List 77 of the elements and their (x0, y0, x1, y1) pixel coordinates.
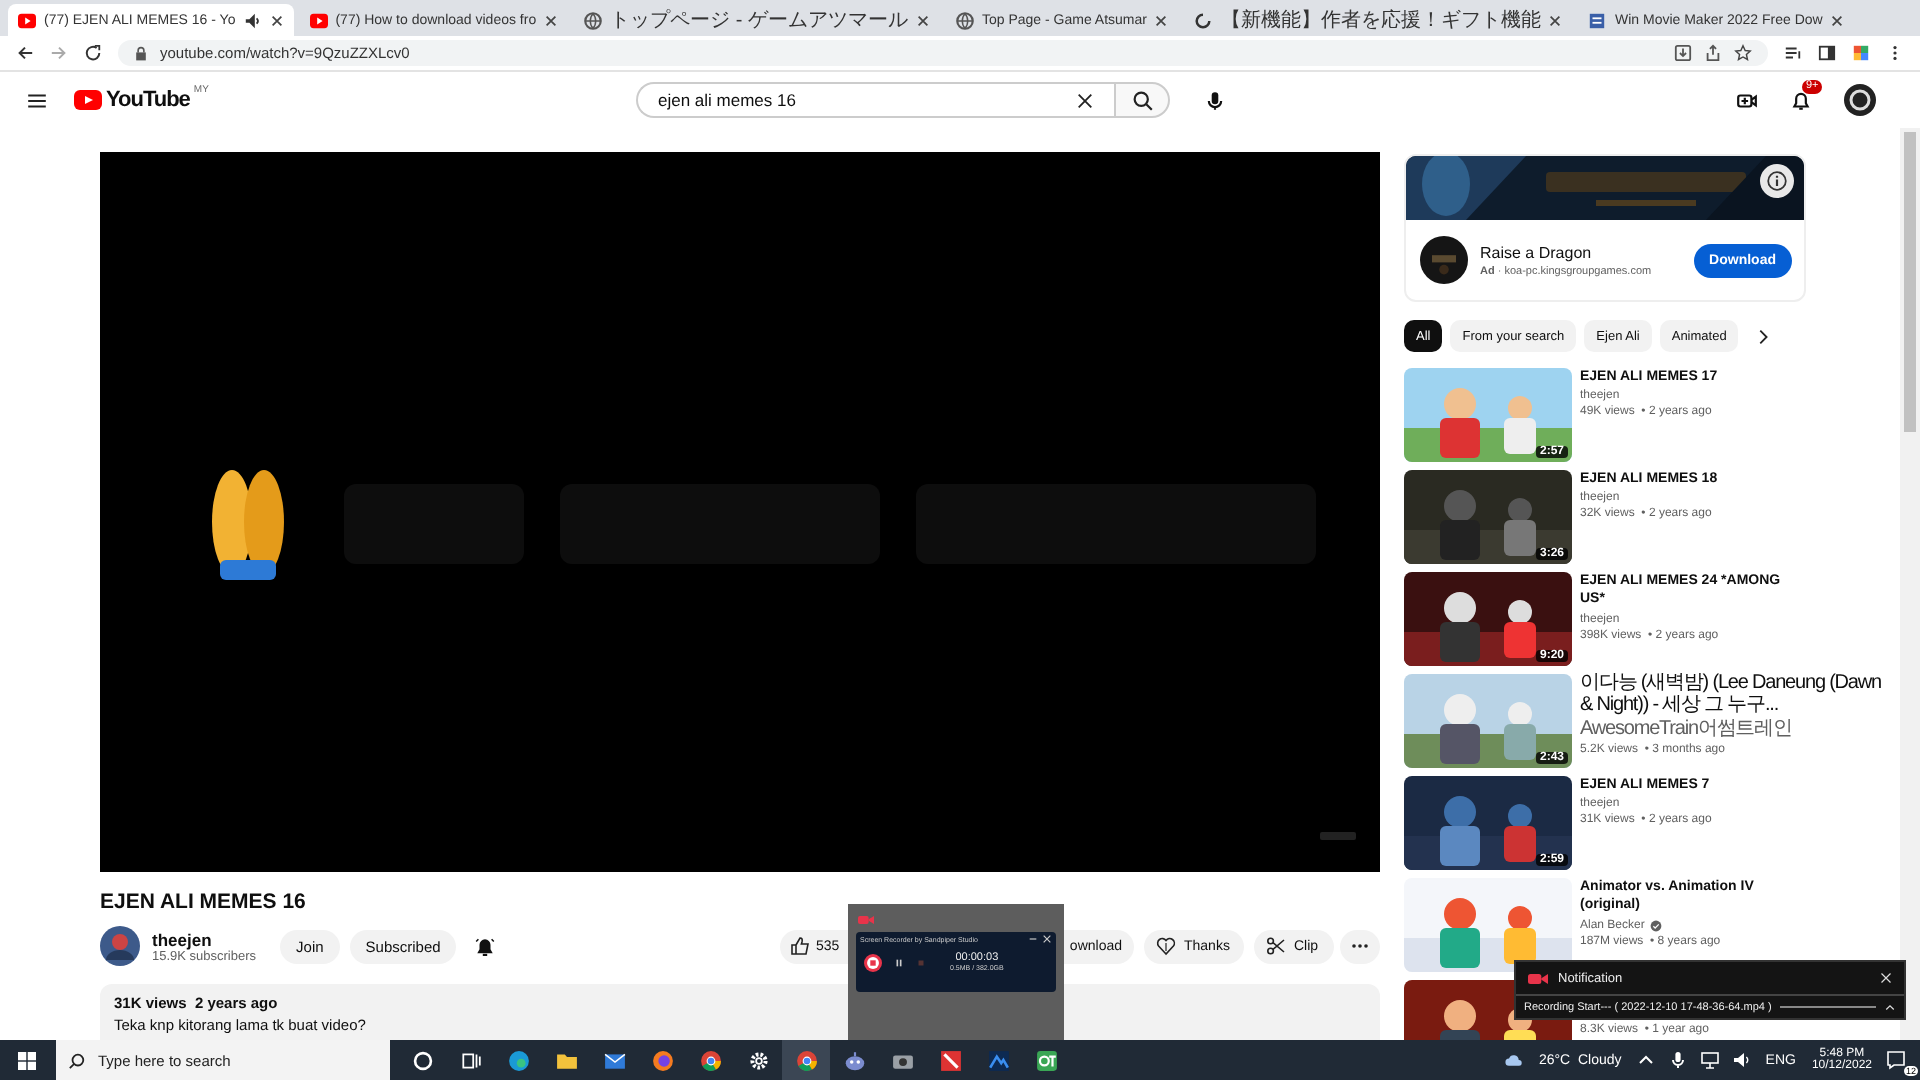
create-video-icon[interactable] (1736, 89, 1758, 111)
more-button[interactable] (1340, 929, 1380, 963)
extensions-icon[interactable] (1852, 44, 1870, 62)
video-title: EJEN ALI MEMES 16 (100, 890, 308, 914)
circle-icon (411, 1049, 433, 1071)
search-icon (68, 1051, 86, 1069)
search-button[interactable] (1114, 82, 1170, 118)
chrome-icon (699, 1049, 721, 1071)
search-icon (1131, 89, 1153, 111)
chevron-up-icon[interactable] (1884, 1001, 1896, 1014)
minimize-icon[interactable] (1028, 934, 1038, 944)
youtube-icon (309, 11, 328, 29)
microphone-icon (1203, 89, 1225, 111)
task-view-icon (459, 1049, 481, 1071)
close-icon[interactable] (1548, 13, 1563, 27)
tab-title: 【新機能】作者を応援！ギフト機能 (1220, 7, 1541, 34)
gear-icon (747, 1049, 769, 1071)
reload-icon (1194, 11, 1213, 29)
scrollbar[interactable] (1900, 128, 1920, 1040)
video-title[interactable]: 이다능 (새벽밤) (Lee Daneung (Dawn & Night)) - 세상 그 누구... (1580, 674, 1884, 716)
scissors-icon (1266, 936, 1286, 956)
app-icon (939, 1049, 961, 1071)
reload-icon[interactable] (84, 44, 102, 62)
chevron-right-icon[interactable] (1754, 327, 1773, 345)
globe-icon (584, 11, 603, 29)
install-icon[interactable] (1674, 44, 1692, 62)
speaker-icon (243, 11, 262, 29)
video-camera-icon (1528, 971, 1548, 986)
speaker-icon[interactable] (1731, 1050, 1752, 1070)
notification-center-icon[interactable] (1886, 1050, 1906, 1070)
folder-icon (555, 1049, 577, 1071)
verified-icon (1650, 919, 1663, 932)
fox-icon (651, 1049, 673, 1071)
close-icon[interactable] (1154, 13, 1169, 27)
share-icon[interactable] (1704, 44, 1722, 62)
reading-list-icon[interactable] (1784, 44, 1802, 62)
network-icon[interactable] (1699, 1050, 1720, 1070)
side-panel-icon[interactable] (1818, 44, 1836, 62)
bell-icon[interactable] (474, 935, 497, 957)
ad-title: Raise a Dragon (1480, 243, 1594, 261)
mountain-icon (987, 1049, 1009, 1071)
notifications-icon[interactable] (1790, 89, 1812, 111)
chrome-icon (795, 1049, 817, 1071)
edge-icon (507, 1049, 529, 1071)
cloud-icon[interactable] (1504, 1050, 1525, 1070)
pause-icon[interactable] (894, 957, 904, 967)
youtube-logo[interactable]: YouTube $^{MY}$ (74, 88, 209, 112)
tab-title: トップページ - ゲームアツマール (610, 7, 908, 34)
heart-dollar-icon (1156, 936, 1176, 956)
mail-icon (603, 1049, 625, 1071)
close-icon[interactable] (544, 13, 559, 27)
browser-tab[interactable]: トップページ - ゲームアツマール (574, 4, 940, 36)
close-icon[interactable] (916, 13, 930, 27)
globe-icon (956, 11, 974, 29)
robot-icon (843, 1049, 865, 1071)
info-icon (1766, 170, 1788, 192)
star-icon[interactable] (1734, 44, 1752, 62)
clear-icon[interactable] (1076, 91, 1094, 109)
channel-avatar[interactable] (100, 926, 140, 966)
close-icon[interactable] (1830, 13, 1845, 27)
stop-button[interactable] (864, 953, 882, 971)
document-icon (1588, 11, 1607, 29)
close-icon[interactable] (269, 13, 284, 27)
thumbs-up-icon (790, 936, 810, 956)
channel-name[interactable]: theejen (152, 929, 257, 949)
menu-icon[interactable] (26, 89, 48, 111)
windows-logo-icon[interactable] (18, 1051, 36, 1069)
search-field[interactable]: ejen ali memes 16 (636, 82, 1116, 118)
browser-tab[interactable]: 【新機能】作者を応援！ギフト機能 (1184, 4, 1573, 36)
channel-name: AwesomeTrain어썸트레인 (1580, 720, 1792, 740)
video-camera-icon (858, 914, 874, 926)
account-avatar[interactable] (1844, 84, 1876, 116)
youtube-icon (18, 11, 36, 29)
app-icon (1035, 1049, 1057, 1071)
microphone-icon[interactable] (1667, 1050, 1688, 1070)
back-icon[interactable] (16, 44, 34, 62)
lock-icon (134, 45, 148, 61)
